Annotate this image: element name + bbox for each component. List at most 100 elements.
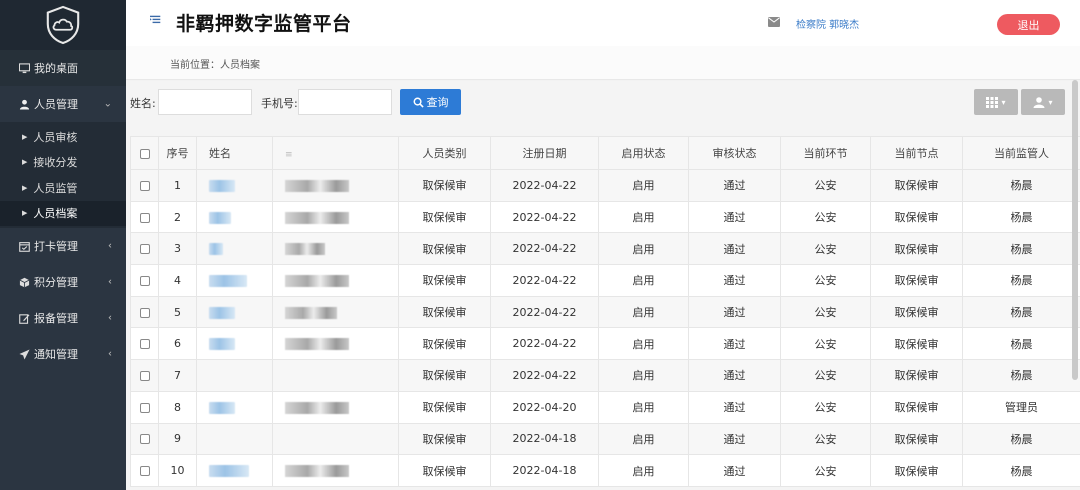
name-cell[interactable] xyxy=(196,454,273,487)
sidebar-subitem-label: 人员监管 xyxy=(33,181,78,195)
table-row[interactable]: 2 取保候审 2022-04-22 启用 通过 公安 取保候审 杨晨 xyxy=(130,200,1080,234)
sidebar-subitem-distribute[interactable]: ▶ 接收分发 xyxy=(0,150,126,176)
name-cell[interactable] xyxy=(196,327,273,361)
redacted-phone xyxy=(285,211,349,224)
row-checkbox[interactable] xyxy=(139,212,150,223)
column-header: 当前监管人 xyxy=(962,136,1080,170)
table-row[interactable]: 3 取保候审 2022-04-22 启用 通过 公安 取保候审 杨晨 xyxy=(130,232,1080,266)
select-all-checkbox[interactable] xyxy=(139,148,150,159)
audit-cell: 通过 xyxy=(688,200,781,234)
phone-input[interactable] xyxy=(298,89,392,115)
row-checkbox[interactable] xyxy=(139,370,150,381)
supervisor-cell: 杨晨 xyxy=(962,359,1080,392)
name-cell[interactable] xyxy=(196,422,273,456)
row-select-cell[interactable] xyxy=(130,422,159,456)
name-input[interactable] xyxy=(158,89,252,115)
audit-cell: 通过 xyxy=(688,264,781,297)
monitor-icon xyxy=(18,62,30,74)
row-checkbox[interactable] xyxy=(139,339,150,350)
date-cell: 2022-04-18 xyxy=(490,454,599,487)
phone-cell xyxy=(272,232,399,266)
table-row[interactable]: 1 取保候审 2022-04-22 启用 通过 公安 取保候审 杨晨 xyxy=(130,169,1080,202)
caret-down-icon: ▾ xyxy=(1048,97,1053,107)
sidebar-item-checkin[interactable]: 打卡管理 ‹ xyxy=(0,228,126,264)
row-select-cell[interactable] xyxy=(130,264,159,297)
table-row[interactable]: 9 取保候审 2022-04-18 启用 通过 公安 取保候审 杨晨 xyxy=(130,422,1080,456)
node-cell: 取保候审 xyxy=(870,390,963,424)
chevron-left-icon: ‹ xyxy=(108,240,112,252)
category-cell: 取保候审 xyxy=(398,169,491,202)
name-cell[interactable] xyxy=(196,264,273,297)
name-cell[interactable] xyxy=(196,232,273,266)
phone-cell xyxy=(272,454,399,487)
row-checkbox[interactable] xyxy=(139,275,150,286)
redacted-phone xyxy=(285,179,349,192)
sidebar-item-report[interactable]: 报备管理 ‹ xyxy=(0,300,126,336)
table-row[interactable]: 8 取保候审 2022-04-20 启用 通过 公安 取保候审 管理员 xyxy=(130,390,1080,424)
row-checkbox[interactable] xyxy=(139,402,150,413)
row-select-cell[interactable] xyxy=(130,295,159,329)
select-all-cell[interactable] xyxy=(130,136,159,170)
node-cell: 取保候审 xyxy=(870,232,963,266)
sidebar-item-notice[interactable]: 通知管理 ‹ xyxy=(0,336,126,372)
stage-cell: 公安 xyxy=(780,232,871,266)
redacted-phone xyxy=(285,338,349,351)
audit-cell: 通过 xyxy=(688,169,781,202)
category-cell: 取保候审 xyxy=(398,264,491,297)
stage-cell: 公安 xyxy=(780,327,871,361)
menu-toggle-icon[interactable] xyxy=(150,14,164,28)
calendar-check-icon xyxy=(18,240,30,252)
stage-cell: 公安 xyxy=(780,390,871,424)
table-row[interactable]: 6 取保候审 2022-04-22 启用 通过 公安 取保候审 杨晨 xyxy=(130,327,1080,361)
row-checkbox[interactable] xyxy=(139,307,150,318)
row-select-cell[interactable] xyxy=(130,390,159,424)
redacted-name xyxy=(209,243,223,256)
name-cell[interactable] xyxy=(196,359,273,392)
name-cell[interactable] xyxy=(196,200,273,234)
redacted-name xyxy=(209,401,235,414)
node-cell: 取保候审 xyxy=(870,264,963,297)
table-row[interactable]: 10 取保候审 2022-04-18 启用 通过 公安 取保候审 杨晨 xyxy=(130,454,1080,487)
date-cell: 2022-04-22 xyxy=(490,200,599,234)
node-cell: 取保候审 xyxy=(870,200,963,234)
sidebar-item-points[interactable]: 积分管理 ‹ xyxy=(0,264,126,300)
phone-cell xyxy=(272,422,399,456)
row-checkbox[interactable] xyxy=(139,180,150,191)
table-row[interactable]: 5 取保候审 2022-04-22 启用 通过 公安 取保候审 杨晨 xyxy=(130,295,1080,329)
scrollbar[interactable] xyxy=(1072,80,1078,380)
logo xyxy=(0,0,126,50)
sidebar-subitem-archive[interactable]: ▶ 人员档案 xyxy=(0,200,126,226)
caret-right-icon: ▶ xyxy=(22,132,28,141)
chevron-left-icon: ‹ xyxy=(108,312,112,324)
node-cell: 取保候审 xyxy=(870,359,963,392)
row-checkbox[interactable] xyxy=(139,434,150,445)
table-row[interactable]: 4 取保候审 2022-04-22 启用 通过 公安 取保候审 杨晨 xyxy=(130,264,1080,297)
sidebar-item-home[interactable]: 我的桌面 xyxy=(0,50,126,86)
name-cell[interactable] xyxy=(196,390,273,424)
sidebar-subitem-label: 人员档案 xyxy=(33,207,78,221)
mail-icon[interactable] xyxy=(768,17,780,27)
row-checkbox[interactable] xyxy=(139,466,150,477)
name-label: 姓名: xyxy=(130,97,156,110)
row-select-cell[interactable] xyxy=(130,327,159,361)
cube-icon xyxy=(18,276,30,288)
user-filter-toggle[interactable]: ▾ xyxy=(1021,89,1065,115)
logout-button[interactable]: 退出 xyxy=(997,14,1060,35)
name-cell[interactable] xyxy=(196,295,273,329)
row-checkbox[interactable] xyxy=(139,244,150,255)
row-select-cell[interactable] xyxy=(130,359,159,392)
chevron-down-icon: ⌄ xyxy=(103,98,112,110)
row-select-cell[interactable] xyxy=(130,200,159,234)
name-cell[interactable] xyxy=(196,169,273,202)
sidebar-subitem-review[interactable]: ▶ 人员审核 xyxy=(0,124,126,150)
table-row[interactable]: 7 取保候审 2022-04-22 启用 通过 公安 取保候审 杨晨 xyxy=(130,359,1080,392)
search-button[interactable]: 查询 xyxy=(400,89,461,115)
sidebar-item-people[interactable]: 人员管理 ⌄ xyxy=(0,86,126,122)
row-select-cell[interactable] xyxy=(130,169,159,202)
redacted-phone xyxy=(285,274,349,287)
grid-view-toggle[interactable]: ▾ xyxy=(974,89,1018,115)
current-user[interactable]: 检察院 郭晓杰 xyxy=(796,16,859,31)
row-select-cell[interactable] xyxy=(130,232,159,266)
row-select-cell[interactable] xyxy=(130,454,159,487)
sidebar-subitem-supervise[interactable]: ▶ 人员监管 xyxy=(0,175,126,201)
